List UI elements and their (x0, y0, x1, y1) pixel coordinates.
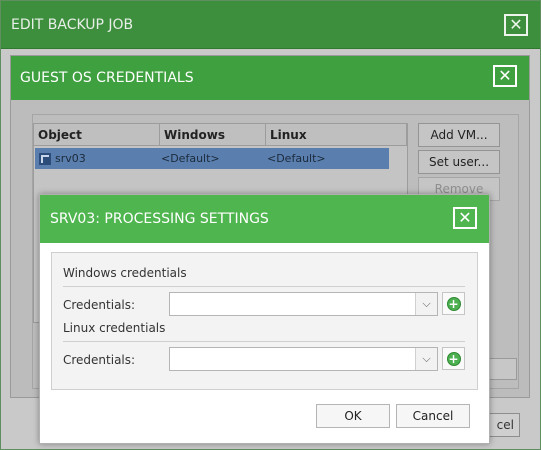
processing-settings-dialog: SRV03: PROCESSING SETTINGS ✕ Windows cre… (39, 194, 490, 444)
chevron-down-icon[interactable]: ⌵ (415, 348, 437, 370)
windows-credentials-label: Credentials: (63, 298, 136, 312)
add-icon: + (446, 296, 461, 311)
edit-backup-job-header: EDIT BACKUP JOB (1, 1, 540, 49)
row-windows: <Default> (161, 152, 220, 165)
divider (63, 286, 465, 287)
add-linux-credentials-button[interactable]: + (442, 347, 465, 370)
linux-credentials-select[interactable]: ⌵ (169, 347, 438, 371)
processing-settings-title: SRV03: PROCESSING SETTINGS (50, 211, 269, 227)
processing-settings-close-icon[interactable]: ✕ (453, 207, 477, 229)
column-object[interactable]: Object (34, 124, 160, 145)
guest-os-credentials-close-icon[interactable]: ✕ (493, 65, 517, 87)
linux-credentials-heading: Linux credentials (63, 321, 166, 335)
add-icon: + (446, 351, 461, 366)
divider (63, 341, 465, 342)
set-user-button[interactable]: Set user... (418, 150, 500, 174)
chevron-down-icon[interactable]: ⌵ (415, 293, 437, 315)
credentials-panel: Windows credentials Credentials: ⌵ + Lin… (51, 252, 478, 390)
processing-settings-header: SRV03: PROCESSING SETTINGS (40, 195, 489, 243)
guest-os-credentials-header: GUEST OS CREDENTIALS (11, 56, 529, 100)
edit-backup-job-close-icon[interactable]: ✕ (504, 14, 528, 36)
column-linux[interactable]: Linux (266, 124, 407, 145)
add-windows-credentials-button[interactable]: + (442, 292, 465, 315)
vm-icon (39, 152, 51, 165)
column-windows[interactable]: Windows (160, 124, 266, 145)
objects-table-header: Object Windows Linux (34, 124, 407, 146)
windows-credentials-heading: Windows credentials (63, 266, 187, 280)
guest-os-credentials-title: GUEST OS CREDENTIALS (20, 70, 194, 86)
windows-credentials-select[interactable]: ⌵ (169, 292, 438, 316)
row-object: srv03 (55, 152, 86, 165)
add-vm-button[interactable]: Add VM... (418, 123, 500, 147)
row-linux: <Default> (267, 152, 326, 165)
linux-credentials-label: Credentials: (63, 353, 136, 367)
cancel-button[interactable]: Cancel (396, 404, 470, 428)
edit-backup-job-title: EDIT BACKUP JOB (11, 16, 134, 33)
ok-button[interactable]: OK (316, 404, 390, 428)
table-row[interactable]: srv03 <Default> <Default> (35, 148, 389, 169)
